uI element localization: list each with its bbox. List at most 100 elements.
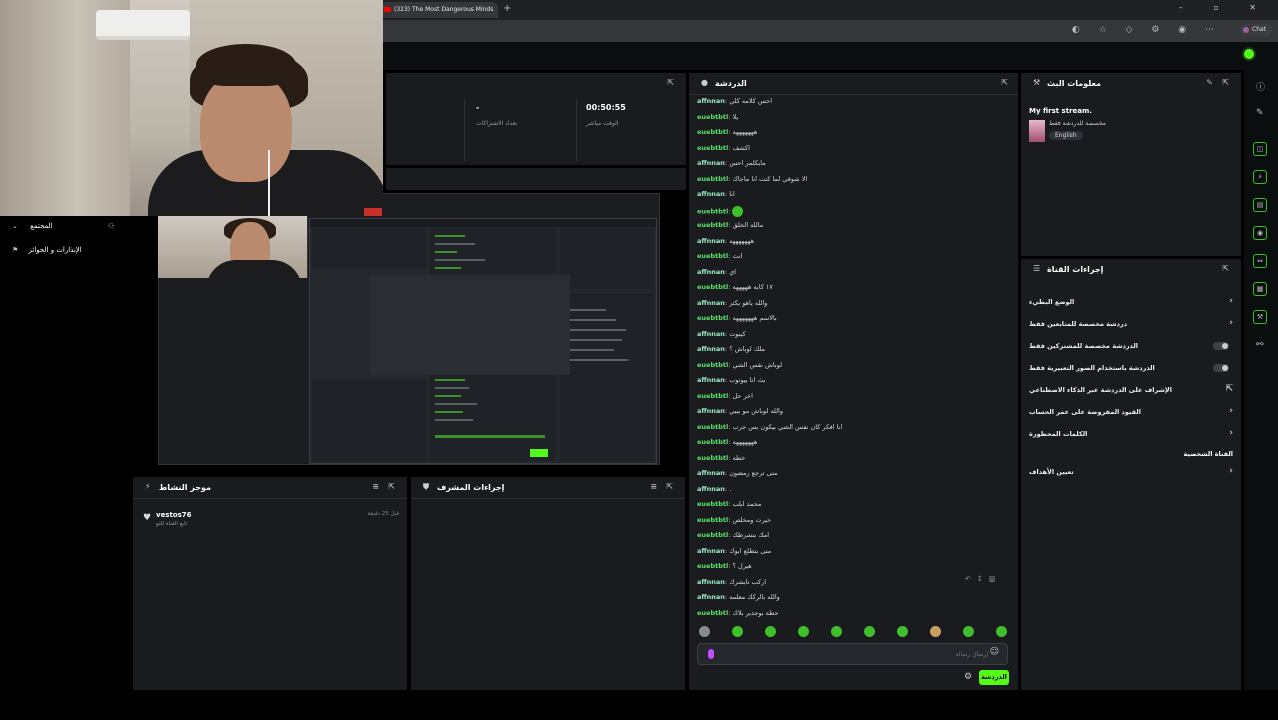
chat-message[interactable]: affnnan: كيبوت [697, 330, 1007, 346]
chat-username[interactable]: euebtbtl [697, 361, 728, 369]
chat-username[interactable]: affnnan [697, 469, 725, 477]
chat-message[interactable]: euebtbtl: هههههههه [697, 438, 1007, 454]
chat-message[interactable]: affnnan: مايكلمر احس [697, 159, 1007, 175]
window-controls[interactable]: – ▫ ✕ [1179, 3, 1270, 12]
mic-icon[interactable] [708, 649, 714, 659]
toggle-switch[interactable] [1213, 364, 1229, 372]
reply-icon[interactable]: ↶ [965, 575, 977, 583]
settings-icon[interactable]: ⚙ [964, 672, 972, 682]
emote-button[interactable] [864, 626, 875, 637]
chat-message[interactable]: affnnan: ملك لوباش ؟ [697, 345, 1007, 361]
chat-username[interactable]: affnnan [697, 407, 725, 415]
chat-message[interactable]: euebtbtl: يلا [697, 113, 1007, 129]
community-settings-icon[interactable]: ⚇ [108, 222, 114, 230]
rail-button-split[interactable]: ⇔ [1253, 254, 1267, 268]
emote-button[interactable] [732, 626, 743, 637]
popout-icon[interactable]: ⇱ [667, 78, 674, 87]
rail-button-doc[interactable]: ▤ [1253, 198, 1267, 212]
emote-button[interactable] [765, 626, 776, 637]
chat-username[interactable]: euebtbtl [697, 207, 728, 215]
chat-message[interactable]: euebtbtl: اخر حل [697, 392, 1007, 408]
browser-tab[interactable]: (323) The Most Dangerous Minds [380, 2, 498, 18]
chat-username[interactable]: euebtbtl [697, 113, 728, 121]
chat-message[interactable]: euebtbtl: حطه بوجدير بلاك [697, 609, 1007, 622]
stream-category[interactable]: مخصصة للدردشة فقط [1049, 120, 1106, 127]
emote-button[interactable] [930, 626, 941, 637]
chat-username[interactable]: euebtbtl [697, 252, 728, 260]
chat-message[interactable]: affnnan: متى بتطلع ابوك [697, 547, 1007, 563]
emote-button[interactable] [831, 626, 842, 637]
chat-message[interactable]: euebtbtl: الا شوفي لما كنت انا ماجاك [697, 175, 1007, 191]
chat-username[interactable]: affnnan [697, 330, 725, 338]
community-item-alerts[interactable]: ⚑ الإنذارات و الجوائز [12, 246, 82, 254]
chat-username[interactable]: affnnan [697, 485, 725, 493]
chat-username[interactable]: affnnan [697, 237, 725, 245]
chat-username[interactable]: affnnan [697, 159, 725, 167]
chat-message[interactable]: euebtbtl: مالله الخلق [697, 221, 1007, 237]
action-goals[interactable]: › تعيين الأهداف [1029, 465, 1233, 481]
chat-extension-button[interactable]: Chat [1240, 24, 1272, 36]
chat-message[interactable]: euebtbtl: محمد ابلب [697, 500, 1007, 516]
rail-button-chat[interactable]: ◉ [1253, 226, 1267, 240]
emoji-icon[interactable]: ☺ [990, 647, 999, 657]
rail-button-layout[interactable]: ▦ [1253, 282, 1267, 296]
channel-action-item[interactable]: القيود المفروضة على عمر الحساب › [1029, 405, 1233, 421]
channel-action-item[interactable]: دردشة مخصصة للمتابعين فقط › [1029, 317, 1233, 333]
chat-username[interactable]: euebtbtl [697, 128, 728, 136]
rail-button-lightning[interactable]: ⚡ [1253, 170, 1267, 184]
chat-username[interactable]: affnnan [697, 376, 725, 384]
pin-icon[interactable]: ↧ [977, 575, 989, 583]
channel-action-item[interactable]: الكلمات المحظورة › [1029, 427, 1233, 443]
chat-username[interactable]: euebtbtl [697, 609, 728, 617]
chat-message[interactable]: affnnan: . [697, 485, 1007, 501]
chat-message[interactable]: euebtbtl: هههههههه [697, 128, 1007, 144]
chat-username[interactable]: euebtbtl [697, 314, 728, 322]
chat-message[interactable]: affnnan: هههههههه [697, 237, 1007, 253]
browser-extension-icons[interactable]: ◐ ☆ ◇ ⚙ ◉ ⋯ [1072, 25, 1222, 35]
rail-button-tools[interactable]: ⚒ [1253, 310, 1267, 324]
chat-username[interactable]: affnnan [697, 268, 725, 276]
user-avatar[interactable] [1242, 47, 1256, 61]
channel-action-item[interactable]: الوضع البطيء › [1029, 295, 1233, 311]
chat-message[interactable]: affnnan: والله لوباش مو بيبي [697, 407, 1007, 423]
emote-button[interactable] [963, 626, 974, 637]
chat-message[interactable]: euebtbtl: اكشف [697, 144, 1007, 160]
chat-username[interactable]: euebtbtl [697, 516, 728, 524]
chat-username[interactable]: affnnan [697, 299, 725, 307]
popout-icon[interactable]: ⇱ [388, 482, 395, 491]
chat-input-box[interactable]: ☺ [697, 643, 1008, 665]
chat-message[interactable]: affnnan: بث انا بيوتوب [697, 376, 1007, 392]
chat-message[interactable]: affnnan: اي [697, 268, 1007, 284]
chat-message[interactable]: affnnan: والله ياهو يكثر [697, 299, 1007, 315]
popout-icon[interactable]: ⇱ [1001, 78, 1008, 87]
chat-message[interactable]: euebtbtl: انا افكر كان نفس الشي بيكون بس… [697, 423, 1007, 439]
chat-username[interactable]: affnnan [697, 547, 725, 555]
chat-message[interactable]: euebtbtl: ١٧ كابه هههههه [697, 283, 1007, 299]
chat-username[interactable]: euebtbtl [697, 454, 728, 462]
emote-button[interactable] [897, 626, 908, 637]
pencil-icon[interactable]: ✎ [1256, 108, 1264, 118]
chat-username[interactable]: euebtbtl [697, 500, 728, 508]
chat-message[interactable]: euebtbtl: خطه [697, 454, 1007, 470]
chat-username[interactable]: affnnan [697, 593, 725, 601]
channel-action-item[interactable]: الدردشة مخصصة للمشتركين فقط [1029, 339, 1233, 355]
chat-message[interactable]: euebtbtl: [697, 205, 1007, 222]
chat-username[interactable]: euebtbtl [697, 283, 728, 291]
emote-button[interactable] [798, 626, 809, 637]
chat-username[interactable]: euebtbtl [697, 438, 728, 446]
chat-username[interactable]: euebtbtl [697, 392, 728, 400]
popout-icon[interactable]: ⇱ [1222, 78, 1229, 87]
chat-username[interactable]: euebtbtl [697, 221, 728, 229]
chat-message[interactable]: euebtbtl: امك بتشرطك [697, 531, 1007, 547]
chat-message[interactable]: euebtbtl: بالاسم هههههههه [697, 314, 1007, 330]
channel-action-item[interactable]: الدردشة باستخدام الصور التعبيرية فقط [1029, 361, 1233, 377]
popout-icon[interactable]: ⇱ [1222, 264, 1229, 273]
share-icon[interactable]: ⚯ [1256, 340, 1264, 350]
chat-message[interactable]: affnnan: انا [697, 190, 1007, 206]
chat-username[interactable]: affnnan [697, 190, 725, 198]
chat-username[interactable]: euebtbtl [697, 175, 728, 183]
chat-username[interactable]: euebtbtl [697, 562, 728, 570]
emote-bar[interactable] [699, 626, 1009, 640]
chat-message[interactable]: affnnan: والله بالركك معلمه [697, 593, 1007, 609]
filter-icon[interactable]: ≡ [650, 482, 657, 491]
